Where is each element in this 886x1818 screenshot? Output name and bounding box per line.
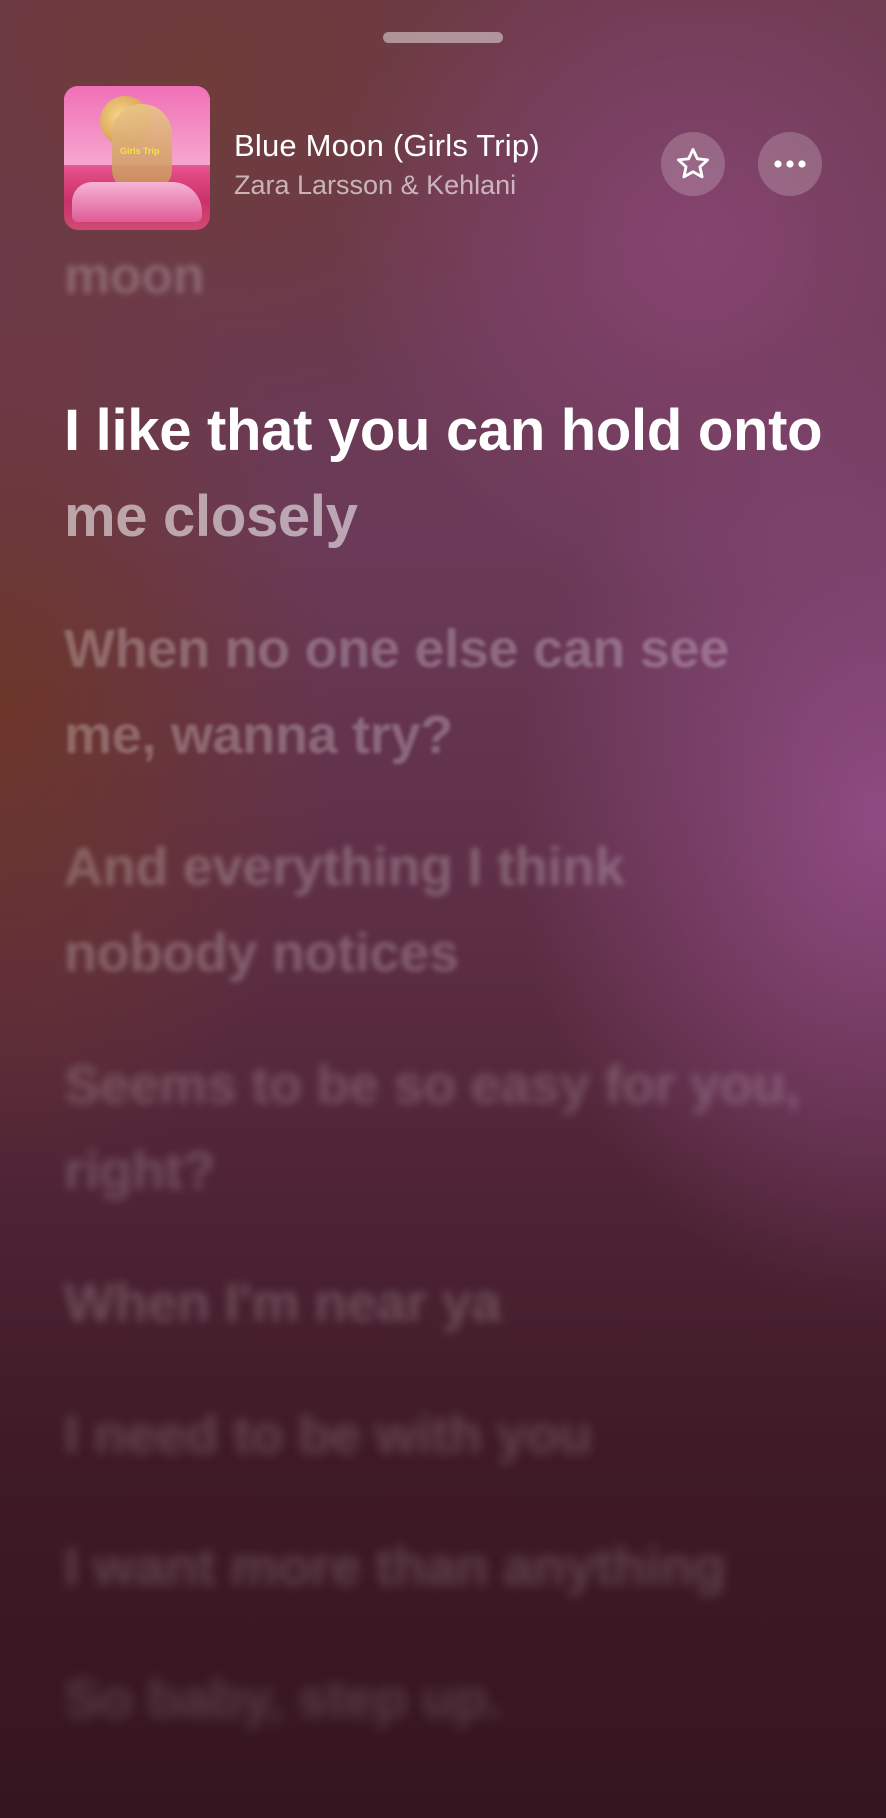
lyric-line-upcoming[interactable]: When no one else can see me, wanna try?: [64, 606, 824, 778]
more-options-button[interactable]: [758, 132, 822, 196]
artwork-car: [72, 182, 202, 222]
lyric-sung-text: I like that you can hold onto: [64, 398, 823, 463]
lyric-unsung-text: me closely: [64, 484, 358, 549]
lyric-line-upcoming[interactable]: And everything I think nobody notices: [64, 824, 824, 996]
ellipsis-icon: [772, 158, 808, 170]
star-icon: [674, 145, 712, 183]
favorite-button[interactable]: [661, 132, 725, 196]
lyrics-view[interactable]: moon I like that you can hold onto me cl…: [64, 256, 824, 1742]
artwork-tag: Girls Trip: [120, 146, 160, 156]
lyric-line-upcoming[interactable]: I want more than anything: [64, 1524, 824, 1610]
lyric-line-upcoming[interactable]: Seems to be so easy for you, right?: [64, 1042, 824, 1214]
album-artwork[interactable]: Girls Trip: [64, 86, 210, 230]
lyric-line-upcoming[interactable]: I need to be with you: [64, 1392, 824, 1478]
lyric-line-previous[interactable]: moon: [64, 256, 824, 296]
sheet-grabber[interactable]: [383, 32, 503, 43]
lyric-line-upcoming[interactable]: When I'm near ya: [64, 1260, 824, 1346]
lyric-line-current[interactable]: I like that you can hold onto me closely: [64, 388, 824, 560]
lyric-line-upcoming[interactable]: So baby, step up.: [64, 1656, 824, 1742]
song-title[interactable]: Blue Moon (Girls Trip): [234, 128, 540, 164]
song-artist[interactable]: Zara Larsson & Kehlani: [234, 170, 516, 201]
now-playing-header: Girls Trip Blue Moon (Girls Trip) Zara L…: [64, 86, 822, 230]
